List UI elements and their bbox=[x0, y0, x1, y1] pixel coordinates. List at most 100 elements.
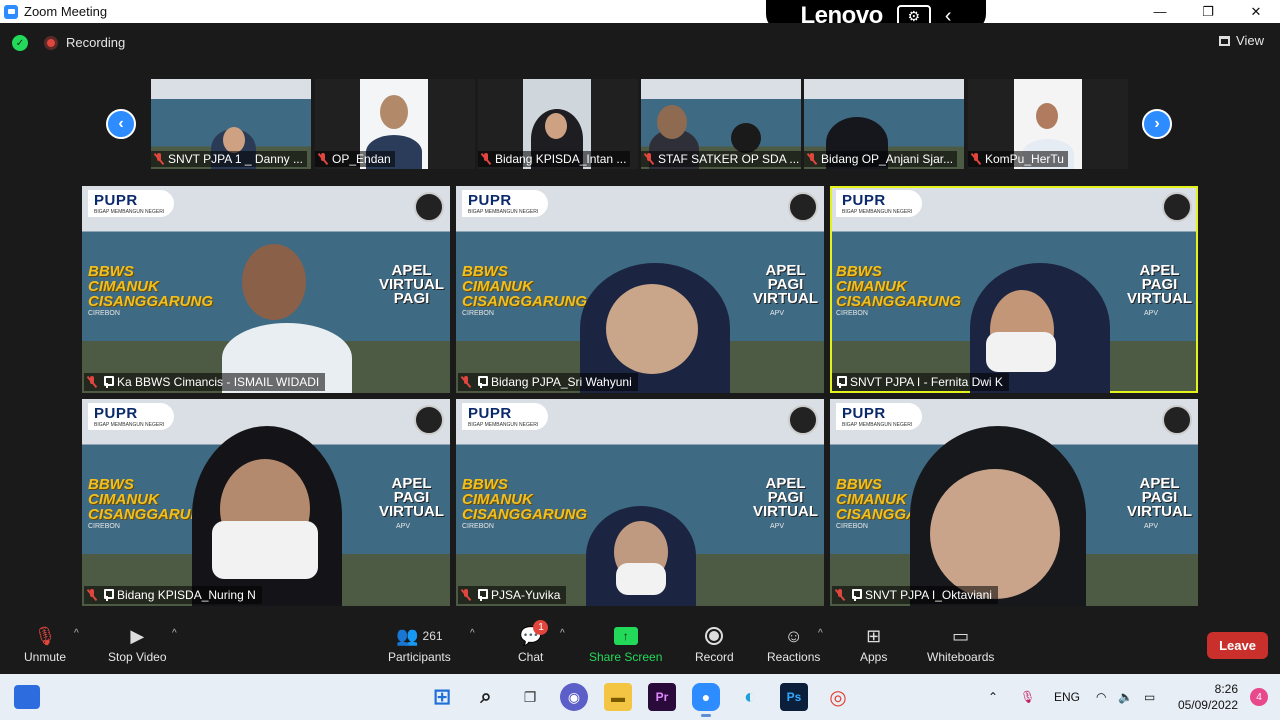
meeting-top-bar: Recording View bbox=[0, 23, 1280, 63]
view-label: View bbox=[1236, 33, 1264, 48]
maximize-button[interactable]: ❐ bbox=[1184, 0, 1232, 23]
pin-icon bbox=[102, 589, 114, 601]
poster-apv: APV bbox=[1143, 310, 1158, 317]
share-screen-icon: ↑ bbox=[613, 624, 638, 648]
chat-caret-icon[interactable]: ^ bbox=[560, 628, 565, 639]
participant-name: Bidang PJPA_Sri Wahyuni bbox=[458, 373, 638, 391]
wifi-icon[interactable]: ◠ bbox=[1096, 674, 1106, 720]
zoom-taskbar-icon[interactable]: ● bbox=[692, 683, 720, 717]
pupr-logo: PUPR BIGAP MEMBANGUN NEGERI bbox=[462, 403, 549, 430]
mic-muted-icon bbox=[971, 153, 981, 165]
pupr-logo: PUPR BIGAP MEMBANGUN NEGERI bbox=[88, 190, 175, 217]
participants-button[interactable]: 👥 261 Participants bbox=[388, 624, 451, 665]
video-tile[interactable]: PUPR BIGAP MEMBANGUN NEGERI BBWS CIMANUK CI… bbox=[456, 399, 824, 606]
mic-muted-icon bbox=[154, 153, 164, 165]
reactions-caret-icon[interactable]: ^ bbox=[818, 628, 823, 639]
audio-options-caret-icon[interactable]: ^ bbox=[74, 628, 79, 639]
edge-browser-icon[interactable]: ◐ bbox=[736, 683, 764, 711]
unmute-button[interactable]: 🎙 Unmute bbox=[24, 624, 66, 665]
video-tile-active-speaker[interactable]: PUPR BIGAP MEMBANGUN NEGERI BBWS CIMANUK CI… bbox=[830, 186, 1198, 393]
bbws-logo-icon bbox=[788, 405, 818, 435]
thumbnail-tile[interactable]: Bidang OP_Anjani Sjar... bbox=[804, 79, 964, 169]
search-icon[interactable]: ⌕ bbox=[472, 683, 500, 711]
recording-indicator[interactable]: Recording bbox=[44, 35, 125, 50]
poster-city: CIREBON bbox=[88, 523, 120, 530]
recording-dot-icon bbox=[44, 35, 58, 50]
poster-apel: APEL PAGI VIRTUAL bbox=[1127, 475, 1192, 520]
mic-muted-icon bbox=[461, 589, 471, 601]
participant-name: Bidang KPISDA_Intan ... bbox=[478, 151, 631, 167]
task-view-icon[interactable]: ❐ bbox=[516, 683, 544, 711]
video-tile[interactable]: PUPR BIGAP MEMBANGUN NEGERI BBWS CIMANUK CI… bbox=[830, 399, 1198, 606]
window-titlebar: Zoom Meeting — ❐ ✕ bbox=[0, 0, 1280, 23]
reactions-button[interactable]: ☺ Reactions bbox=[767, 624, 820, 665]
chevron-right-icon: › bbox=[1154, 115, 1160, 132]
pupr-logo: PUPR BIGAP MEMBANGUN NEGERI bbox=[836, 190, 923, 217]
volume-icon[interactable]: 🔈 bbox=[1118, 674, 1133, 720]
pin-icon bbox=[476, 376, 488, 388]
chat-button[interactable]: 💬 1 Chat bbox=[518, 620, 549, 664]
poster-city: CIREBON bbox=[836, 523, 868, 530]
poster-org: BBWS CIMANUK CISANGGARUNG bbox=[462, 476, 588, 523]
thumbnail-tile[interactable]: SNVT PJPA 1 _ Danny ... bbox=[151, 79, 311, 169]
tray-overflow-icon[interactable]: ⌃ bbox=[988, 674, 998, 720]
mic-muted-icon: 🎙 bbox=[33, 625, 57, 646]
poster-apel: APEL PAGI VIRTUAL bbox=[1127, 262, 1192, 307]
participant-name: OP_Endan bbox=[315, 151, 395, 167]
minimize-button[interactable]: — bbox=[1136, 0, 1184, 23]
prev-page-button[interactable]: ‹ bbox=[106, 109, 136, 139]
microphone-icon[interactable]: 🎙 bbox=[1020, 674, 1035, 720]
window-controls: — ❐ ✕ bbox=[1136, 0, 1280, 23]
poster-city: CIREBON bbox=[836, 310, 868, 317]
poster-apv: APV bbox=[769, 523, 784, 530]
photoshop-icon[interactable]: Ps bbox=[780, 683, 808, 711]
meeting-toolbar: 🎙 Unmute ^ ▶ Stop Video ^ 👥 261 Participa… bbox=[0, 612, 1280, 674]
participant-name: SNVT PJPA 1 _ Danny ... bbox=[151, 151, 307, 167]
video-tile[interactable]: PUPR BIGAP MEMBANGUN NEGERI BBWS CIMANUK CI… bbox=[456, 186, 824, 393]
view-button[interactable]: View bbox=[1219, 33, 1264, 48]
recording-label: Recording bbox=[66, 35, 126, 50]
desktop-widget-icon[interactable] bbox=[14, 685, 40, 709]
whiteboards-button[interactable]: ▭ Whiteboards bbox=[927, 624, 994, 665]
video-tile[interactable]: PUPR BIGAP MEMBANGUN NEGERI BBWS CIMANUK CI… bbox=[82, 186, 450, 393]
thumbnail-tile[interactable]: KomPu_HerTu bbox=[968, 79, 1128, 169]
premiere-pro-icon[interactable]: Pr bbox=[648, 683, 676, 711]
video-options-caret-icon[interactable]: ^ bbox=[172, 628, 177, 639]
next-page-button[interactable]: › bbox=[1142, 109, 1172, 139]
thumbnail-tile[interactable]: OP_Endan bbox=[315, 79, 475, 169]
apps-button[interactable]: ⊞ Apps bbox=[860, 624, 887, 665]
pin-icon bbox=[850, 589, 862, 601]
security-shield-icon[interactable] bbox=[12, 35, 28, 51]
mic-muted-icon bbox=[87, 376, 97, 388]
window-title: Zoom Meeting bbox=[24, 4, 108, 19]
language-indicator[interactable]: ENG bbox=[1054, 674, 1080, 720]
mic-muted-icon bbox=[644, 153, 654, 165]
poster-org: BBWS CIMANUK CISANGGARUNG bbox=[88, 263, 214, 310]
file-explorer-icon[interactable]: ▬ bbox=[604, 683, 632, 711]
teams-chat-icon[interactable]: ◉ bbox=[560, 683, 588, 711]
video-camera-icon: ▶ bbox=[130, 625, 145, 646]
video-tile[interactable]: PUPR BIGAP MEMBANGUN NEGERI BBWS CIMANUK CI… bbox=[82, 399, 450, 606]
leave-button[interactable]: Leave bbox=[1207, 632, 1268, 659]
participant-name: KomPu_HerTu bbox=[968, 151, 1068, 167]
thumbnail-tile[interactable]: Bidang KPISDA_Intan ... bbox=[478, 79, 638, 169]
windows-start-icon[interactable]: ⊞ bbox=[428, 683, 456, 711]
record-icon bbox=[705, 624, 724, 648]
pupr-logo: PUPR BIGAP MEMBANGUN NEGERI bbox=[462, 190, 549, 217]
battery-icon[interactable]: ▭ bbox=[1144, 674, 1155, 720]
participants-icon: 👥 261 bbox=[396, 625, 443, 646]
notification-badge[interactable]: 4 bbox=[1250, 688, 1268, 706]
stop-video-button[interactable]: ▶ Stop Video bbox=[108, 624, 167, 665]
share-screen-button[interactable]: ↑ Share Screen bbox=[589, 624, 662, 664]
participant-name: STAF SATKER OP SDA ... bbox=[641, 151, 801, 167]
clock[interactable]: 8:26 05/09/2022 bbox=[1178, 681, 1238, 713]
mic-muted-icon bbox=[835, 589, 845, 601]
close-button[interactable]: ✕ bbox=[1232, 0, 1280, 23]
thumbnail-tile[interactable]: STAF SATKER OP SDA ... bbox=[641, 79, 801, 169]
chrome-browser-icon[interactable]: ◎ bbox=[824, 683, 852, 711]
view-grid-icon bbox=[1219, 35, 1231, 46]
participants-caret-icon[interactable]: ^ bbox=[470, 628, 475, 639]
pin-icon bbox=[476, 589, 488, 601]
windows-taskbar: ⊞ ⌕ ❐ ◉ ▬ Pr ● ◐ Ps ◎ ⌃ 🎙 ENG ◠ 🔈 ▭ 8:26… bbox=[0, 674, 1280, 720]
record-button[interactable]: Record bbox=[695, 624, 734, 664]
